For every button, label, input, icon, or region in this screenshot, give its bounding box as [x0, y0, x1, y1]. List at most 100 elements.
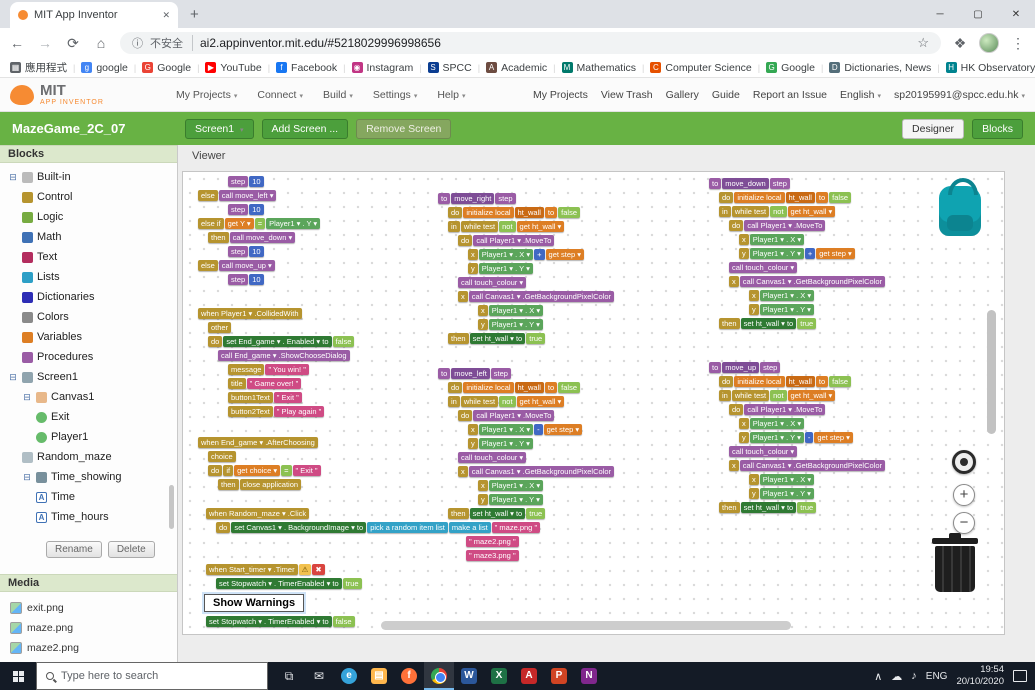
block[interactable]: set Stopwatch ▾ . TimerEnabled ▾ to: [216, 578, 342, 589]
block[interactable]: if: [223, 465, 234, 476]
block[interactable]: then: [448, 508, 469, 519]
block[interactable]: do: [719, 192, 734, 203]
taskbar-word-icon[interactable]: W: [454, 662, 484, 690]
block[interactable]: call Canvas1 ▾ .GetBackgroundPixelColor: [468, 291, 614, 302]
block[interactable]: to: [709, 178, 722, 189]
block[interactable]: call Canvas1 ▾ .GetBackgroundPixelColor: [468, 466, 614, 477]
media-item-exit-png[interactable]: exit.png: [10, 598, 177, 618]
block-group-player-collided[interactable]: when Player1 ▾ .CollidedWith other do set E…: [198, 308, 355, 420]
block[interactable]: false: [829, 376, 851, 387]
block[interactable]: pick a random item list: [367, 522, 448, 533]
block[interactable]: call Player1 ▾ .MoveTo: [744, 220, 826, 231]
block[interactable]: not: [770, 206, 787, 217]
taskbar-task-view-icon[interactable]: ⧉: [274, 662, 304, 690]
block[interactable]: get step ▾: [543, 424, 583, 435]
block[interactable]: choice: [208, 451, 236, 462]
bookmark-spcc[interactable]: S SPCC: [427, 62, 472, 74]
block[interactable]: y: [749, 304, 759, 315]
block[interactable]: step: [228, 204, 249, 215]
block[interactable]: set Canvas1 ▾ . BackgroundImage ▾ to: [231, 522, 367, 533]
site-info-icon[interactable]: ⓘ: [132, 35, 143, 51]
block[interactable]: x: [468, 249, 478, 260]
block[interactable]: initialize local: [734, 192, 785, 203]
designer-toggle-button[interactable]: Designer: [902, 118, 965, 139]
tree-item-variables[interactable]: Variables: [4, 327, 177, 347]
menu-settings[interactable]: Settings ▾: [373, 89, 417, 101]
volume-icon[interactable]: ♪: [911, 670, 917, 682]
block[interactable]: call Canvas1 ▾ .GetBackgroundPixelColor: [739, 276, 885, 287]
block[interactable]: then: [208, 232, 229, 243]
block[interactable]: =: [254, 218, 266, 229]
window-minimize-button[interactable]: ─: [921, 9, 959, 20]
block[interactable]: =: [281, 465, 292, 476]
tree-item-colors[interactable]: Colors: [4, 307, 177, 327]
block[interactable]: Player1 ▾ . X ▾: [478, 249, 534, 260]
block[interactable]: Player1 ▾ . X ▾: [749, 234, 805, 245]
tree-item-time-hours[interactable]: A Time_hours: [4, 507, 177, 527]
block[interactable]: get step ▾: [545, 249, 585, 260]
block[interactable]: move_up: [722, 362, 760, 373]
block[interactable]: message: [228, 364, 265, 375]
block[interactable]: x: [478, 480, 488, 491]
tree-item-text[interactable]: Text: [4, 247, 177, 267]
block[interactable]: call move_up ▾: [218, 260, 275, 271]
block[interactable]: then: [448, 333, 469, 344]
block[interactable]: initialize local: [463, 207, 514, 218]
block[interactable]: false: [558, 382, 580, 393]
notifications-icon[interactable]: [1013, 670, 1027, 682]
block[interactable]: get choice ▾: [234, 465, 281, 476]
block[interactable]: y: [739, 432, 749, 443]
start-button[interactable]: [0, 662, 36, 690]
block[interactable]: " Game over! ": [246, 378, 302, 389]
block[interactable]: ht_wall: [785, 192, 815, 203]
block[interactable]: while test: [731, 206, 770, 217]
tree-item-exit[interactable]: Exit: [4, 407, 177, 427]
trash-icon[interactable]: [932, 533, 978, 592]
block[interactable]: to: [438, 368, 451, 379]
tree-item-logic[interactable]: Logic: [4, 207, 177, 227]
bookmark-facebook[interactable]: f Facebook: [276, 62, 337, 74]
block[interactable]: get Y ▾: [224, 218, 254, 229]
media-item-maze2-png[interactable]: maze2.png: [10, 638, 177, 658]
bookmark-google[interactable]: G Google: [142, 62, 191, 74]
block[interactable]: set ht_wall ▾ to: [469, 333, 526, 344]
tray-expand-icon[interactable]: ∧: [874, 670, 882, 683]
taskbar-powerpoint-icon[interactable]: P: [544, 662, 574, 690]
menu-build[interactable]: Build ▾: [323, 89, 353, 101]
block[interactable]: Player1 ▾ . X ▾: [488, 480, 544, 491]
remove-screen-button[interactable]: Remove Screen: [356, 118, 452, 139]
block[interactable]: false: [558, 207, 580, 218]
block[interactable]: Player1 ▾ . X ▾: [759, 474, 815, 485]
block[interactable]: y: [478, 494, 488, 505]
block[interactable]: x: [749, 474, 759, 485]
block[interactable]: ht_wall: [514, 207, 544, 218]
block[interactable]: do: [448, 207, 463, 218]
block[interactable]: +: [804, 248, 816, 259]
language-selector[interactable]: English ▾: [840, 89, 881, 101]
block[interactable]: to: [709, 362, 722, 373]
blocks-toggle-button[interactable]: Blocks: [972, 118, 1023, 139]
profile-avatar[interactable]: [979, 33, 999, 53]
block[interactable]: " Exit ": [273, 392, 302, 403]
block[interactable]: step: [490, 368, 511, 379]
media-item-maze-png[interactable]: maze.png: [10, 618, 177, 638]
block[interactable]: y: [739, 248, 749, 259]
block[interactable]: false: [332, 616, 355, 627]
block[interactable]: in: [719, 390, 731, 401]
tree-item-player1[interactable]: Player1: [4, 427, 177, 447]
block[interactable]: do: [208, 465, 223, 476]
taskbar-search[interactable]: Type here to search: [36, 662, 268, 690]
block[interactable]: true: [526, 508, 546, 519]
bookmark-[interactable]: ▦ 應用程式: [10, 60, 67, 75]
bookmark-youtube[interactable]: ▶ YouTube: [205, 62, 262, 74]
nav-link-guide[interactable]: Guide: [712, 89, 740, 101]
warning-icon[interactable]: ⚠: [298, 564, 312, 575]
block[interactable]: call touch_colour ▾: [458, 277, 527, 288]
tree-item-control[interactable]: Control: [4, 187, 177, 207]
block[interactable]: while test: [460, 221, 499, 232]
block[interactable]: step: [228, 246, 249, 257]
url-text[interactable]: ai2.appinventor.mit.edu/#521802999699865…: [200, 36, 910, 50]
tree-item-time[interactable]: A Time: [4, 487, 177, 507]
block[interactable]: get step ▾: [814, 432, 853, 443]
block[interactable]: Player1 ▾ . X ▾: [759, 290, 815, 301]
